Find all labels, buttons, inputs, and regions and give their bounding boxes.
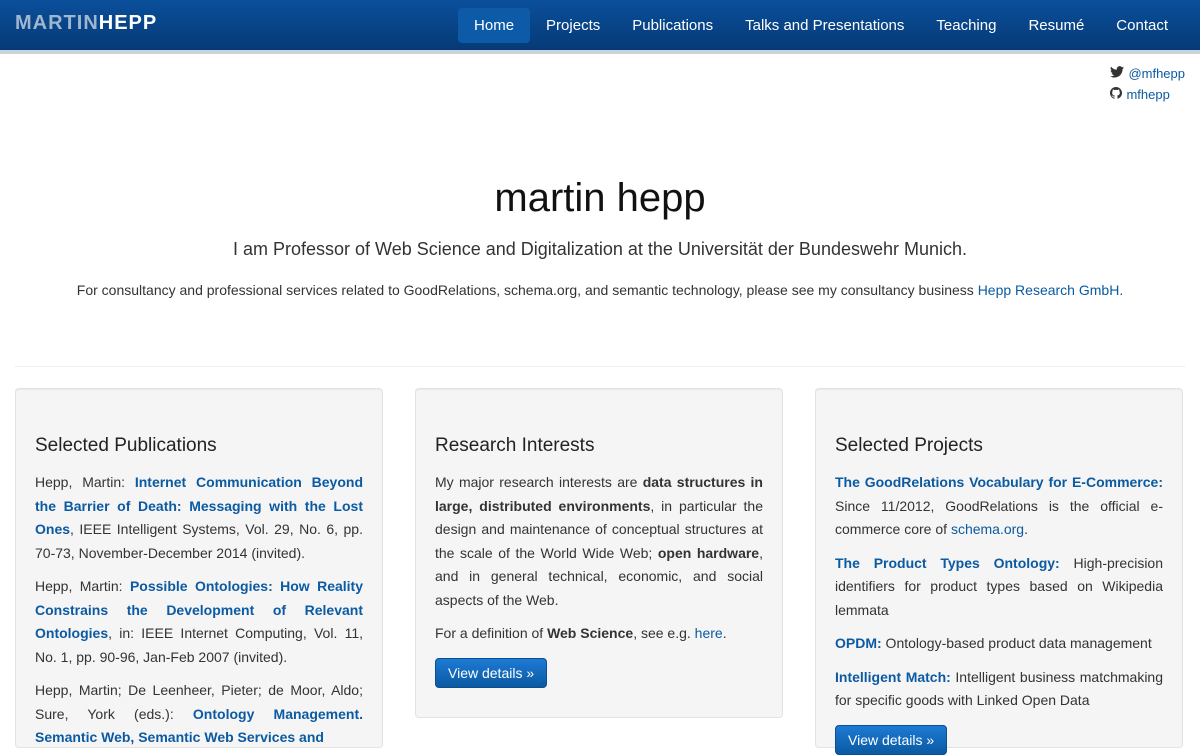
research-text: . <box>722 625 727 641</box>
research-text: , see e.g. <box>633 625 695 641</box>
research-text: My major research interests are <box>435 474 643 490</box>
twitter-link-row: @mfhepp <box>1110 66 1185 81</box>
project-item: Intelligent Match: Intelligent business … <box>835 666 1163 713</box>
social-links: @mfhepp mfhepp <box>1110 66 1185 108</box>
project-item: The GoodRelations Vocabulary for E-Comme… <box>835 471 1163 542</box>
twitter-link[interactable]: @mfhepp <box>1128 66 1185 81</box>
project-name: OPDM: <box>835 635 882 651</box>
publication-item: Hepp, Martin: Internet Communication Bey… <box>35 471 363 565</box>
project-name-link[interactable]: OPDM: <box>835 635 882 651</box>
publications-card: Selected Publications Hepp, Martin: Inte… <box>15 388 383 748</box>
projects-card: Selected Projects The GoodRelations Voca… <box>815 388 1183 755</box>
publication-authors: Hepp, Martin: <box>35 578 130 594</box>
research-description: My major research interests are data str… <box>435 471 763 612</box>
nav-contact[interactable]: Contact <box>1100 8 1184 43</box>
web-science-note: For a definition of Web Science, see e.g… <box>435 622 763 646</box>
publication-details: , IEEE Intelligent Systems, Vol. 29, No.… <box>35 521 363 561</box>
nav-projects[interactable]: Projects <box>530 8 616 43</box>
research-card: Research Interests My major research int… <box>415 388 783 718</box>
publications-heading: Selected Publications <box>35 435 217 456</box>
nav-publications[interactable]: Publications <box>616 8 729 43</box>
research-text: For a definition of <box>435 625 548 641</box>
project-name-link[interactable]: Intelligent Match: <box>835 669 951 685</box>
research-emphasis: Web Science <box>547 625 634 641</box>
web-science-link[interactable]: here <box>695 625 723 641</box>
project-name-link[interactable]: The GoodRelations Vocabulary for E-Comme… <box>835 474 1163 490</box>
project-name: The GoodRelations Vocabulary for E-Comme… <box>835 474 1163 490</box>
publication-item: Hepp, Martin; De Leenheer, Pieter; de Mo… <box>35 679 363 750</box>
github-link-row: mfhepp <box>1110 87 1185 102</box>
project-description: Ontology-based product data management <box>881 635 1152 651</box>
divider <box>15 366 1185 367</box>
hepp-research-link[interactable]: Hepp Research GmbH <box>978 282 1120 298</box>
nav-talks[interactable]: Talks and Presentations <box>729 8 920 43</box>
consultancy-note: For consultancy and professional service… <box>0 282 1200 298</box>
project-name: The Product Types Ontology: <box>835 554 1060 571</box>
project-description-end: . <box>1024 521 1028 537</box>
publication-authors: Hepp, Martin: <box>35 474 135 490</box>
brand-first: MARTIN <box>15 12 99 34</box>
nav-teaching[interactable]: Teaching <box>920 8 1012 43</box>
brand-last: HEPP <box>98 12 158 34</box>
navbar: MARTINHEPP Home Projects Publications Ta… <box>0 0 1200 54</box>
project-item: OPDM: Ontology-based product data manage… <box>835 632 1163 656</box>
consultancy-text: For consultancy and professional service… <box>76 282 978 298</box>
research-view-details-button[interactable]: View details » <box>435 657 548 688</box>
publication-item: Hepp, Martin: Possible Ontologies: How R… <box>35 575 363 669</box>
main-nav: Home Projects Publications Talks and Pre… <box>458 8 1184 43</box>
projects-heading: Selected Projects <box>835 435 983 456</box>
project-item: The Product Types Ontology: High-precisi… <box>835 552 1163 623</box>
research-heading: Research Interests <box>435 435 595 456</box>
hero-lead: I am Professor of Web Science and Digita… <box>232 239 968 259</box>
github-icon <box>1110 87 1126 102</box>
project-name: Intelligent Match: <box>835 668 951 685</box>
project-name-link[interactable]: The Product Types Ontology: <box>835 555 1060 571</box>
schema-org-link[interactable]: schema.org <box>951 521 1024 537</box>
hero: martin hepp I am Professor of Web Scienc… <box>0 176 1200 298</box>
nav-home[interactable]: Home <box>458 8 531 43</box>
github-link[interactable]: mfhepp <box>1126 87 1169 102</box>
research-emphasis: open hardware <box>657 544 760 561</box>
page-title: martin hepp <box>494 176 706 220</box>
nav-resume[interactable]: Resumé <box>1012 8 1100 43</box>
site-brand[interactable]: MARTINHEPP <box>15 12 157 35</box>
consultancy-end: . <box>1119 282 1124 298</box>
twitter-icon <box>1110 66 1128 81</box>
